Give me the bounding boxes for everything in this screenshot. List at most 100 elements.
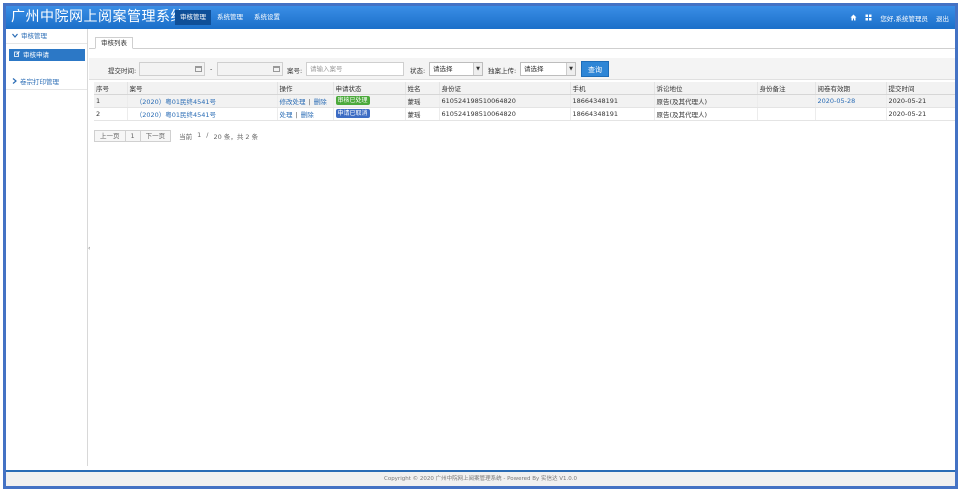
cell-actions: 修改处理 | 删除: [276, 94, 333, 108]
app-window: 广州中院网上阅案管理系统 审核管理 系统管理 系统设置 您好,系统管理员 退出 …: [3, 3, 958, 489]
sidebar-item-label: 审核申请: [23, 51, 49, 59]
table-row[interactable]: 1 （2020）粤01民终4541号 修改处理 | 删除 审核已处理 蒙瑶 6105…: [94, 94, 955, 108]
page-info-page: 1: [197, 131, 202, 139]
calendar-icon: [195, 66, 202, 72]
cell-role: 原告(及其代理人): [653, 94, 757, 108]
app-title: 广州中院网上阅案管理系统: [11, 9, 185, 25]
upload-label: 独案上传:: [488, 67, 517, 75]
col-header: 序号: [94, 82, 127, 95]
main-content: 审核列表 提交时间: - 案号: 请输入案号 状态: 请选择 ▼ 独案上传: 请…: [89, 29, 955, 466]
status-badge: 审核已处理: [335, 96, 370, 105]
case-no-label: 案号:: [287, 67, 303, 75]
chevron-down-icon: [12, 29, 18, 44]
cell-index: 2: [94, 107, 127, 121]
top-navbar: 广州中院网上阅案管理系统 审核管理 系统管理 系统设置 您好,系统管理员 退出: [6, 6, 955, 29]
col-header: 提交时间: [885, 82, 955, 95]
delete-link[interactable]: 删除: [301, 111, 314, 119]
user-greeting[interactable]: 您好,系统管理员: [880, 13, 928, 23]
edit-icon: [14, 49, 20, 61]
cell-index: 1: [94, 94, 127, 108]
cell-case-no: （2020）粤01民终4541号: [126, 94, 277, 108]
case-no-input[interactable]: 请输入案号: [306, 62, 404, 76]
status-badge: 申请已取消: [335, 109, 370, 118]
tab-bar: 审核列表: [89, 37, 955, 49]
status-select-value: 请选择: [433, 65, 453, 73]
col-header: 阅卷有效期: [814, 82, 886, 95]
top-nav: 审核管理 系统管理 系统设置: [175, 10, 286, 25]
cell-status: 审核已处理: [332, 94, 405, 108]
cell-name: 蒙瑶: [404, 107, 439, 121]
submit-time-end-input[interactable]: [217, 62, 283, 76]
grid-icon[interactable]: [865, 14, 872, 21]
cell-role: 原告(及其代理人): [653, 107, 757, 121]
edit-process-link[interactable]: 修改处理: [280, 98, 306, 106]
filter-bar: 提交时间: - 案号: 请输入案号 状态: 请选择 ▼ 独案上传: 请选择 ▼ …: [89, 58, 955, 80]
sidebar: 审核管理 审核申请 卷宗打印管理: [6, 29, 88, 466]
query-button[interactable]: 查询: [581, 61, 609, 77]
cell-id-card: 610524198510064820: [438, 94, 570, 108]
footer: Copyright © 2020 广州中院网上阅案管理系统 - Powered …: [6, 470, 955, 486]
sidebar-item-audit-apply[interactable]: 审核申请: [9, 49, 85, 61]
cell-phone: 18664348191: [569, 94, 654, 108]
calendar-icon: [273, 66, 280, 72]
dropdown-caret-icon: ▼: [566, 63, 575, 75]
table-header-row: 序号 案号 操作 申请状态 姓名 身份证 手机 诉讼地位 身份备注 阅卷有效期 …: [94, 82, 955, 95]
col-header: 身份备注: [756, 82, 815, 95]
page-info-summary: 20 条，共 2 条: [213, 133, 259, 141]
case-no-link[interactable]: （2020）粤01民终4541号: [136, 111, 216, 119]
status-label: 状态:: [410, 67, 426, 75]
page-info-slash: /: [206, 131, 209, 139]
upload-select[interactable]: 请选择 ▼: [520, 62, 576, 76]
cell-id-note: [756, 94, 815, 108]
col-header: 案号: [126, 82, 277, 95]
cell-actions: 处理 | 删除: [276, 107, 333, 121]
logout-link[interactable]: 退出: [936, 13, 949, 23]
case-no-link[interactable]: （2020）粤01民终4541号: [136, 98, 216, 106]
cell-status: 申请已取消: [332, 107, 405, 121]
user-area: 您好,系统管理员 退出: [850, 10, 949, 25]
tab-audit-list[interactable]: 审核列表: [95, 37, 133, 49]
action-separator: |: [308, 97, 311, 106]
chevron-right-icon: [12, 75, 17, 90]
sidebar-group-label: 审核管理: [21, 31, 47, 40]
col-header: 申请状态: [332, 82, 405, 95]
audit-table: 序号 案号 操作 申请状态 姓名 身份证 手机 诉讼地位 身份备注 阅卷有效期 …: [94, 82, 955, 121]
cell-id-note: [756, 107, 815, 121]
sidebar-group-print[interactable]: 卷宗打印管理: [6, 75, 87, 90]
current-page-button[interactable]: 1: [124, 130, 141, 142]
valid-until-link[interactable]: 2020-05-28: [818, 97, 856, 105]
submit-time-label: 提交时间:: [108, 67, 137, 75]
cell-submit-time: 2020-05-21: [885, 94, 955, 108]
cell-case-no: （2020）粤01民终4541号: [126, 107, 277, 121]
cell-phone: 18664348191: [569, 107, 654, 121]
date-range-separator: -: [210, 65, 213, 73]
nav-audit-management[interactable]: 审核管理: [175, 10, 211, 25]
cell-submit-time: 2020-05-21: [885, 107, 955, 121]
col-header: 手机: [569, 82, 654, 95]
status-select[interactable]: 请选择 ▼: [429, 62, 483, 76]
sidebar-group-audit[interactable]: 审核管理: [6, 29, 87, 44]
dropdown-caret-icon: ▼: [473, 63, 482, 75]
home-icon[interactable]: [850, 14, 857, 21]
cell-name: 蒙瑶: [404, 94, 439, 108]
submit-time-start-input[interactable]: [139, 62, 205, 76]
page-info-prefix: 当前: [179, 133, 193, 141]
col-header: 诉讼地位: [653, 82, 757, 95]
pagination: 上一页 1 下一页 当前 1 / 20 条，共 2 条: [94, 130, 258, 142]
process-link[interactable]: 处理: [280, 111, 293, 119]
nav-system-settings[interactable]: 系统设置: [249, 10, 285, 25]
delete-link[interactable]: 删除: [314, 98, 327, 106]
nav-system-management[interactable]: 系统管理: [212, 10, 248, 25]
cell-id-card: 610524198510064820: [438, 107, 570, 121]
table-row[interactable]: 2 （2020）粤01民终4541号 处理 | 删除 申请已取消 蒙瑶 610524…: [94, 107, 955, 121]
col-header: 操作: [276, 82, 333, 95]
action-separator: |: [295, 110, 298, 119]
col-header: 身份证: [438, 82, 570, 95]
prev-page-button[interactable]: 上一页: [94, 130, 126, 142]
sidebar-group-label: 卷宗打印管理: [20, 77, 59, 86]
next-page-button[interactable]: 下一页: [139, 130, 172, 142]
cell-valid-until: 2020-05-28: [814, 94, 886, 108]
upload-select-value: 请选择: [524, 65, 544, 73]
cell-valid-until: [814, 107, 886, 121]
page-info: 当前 1 / 20 条，共 2 条: [179, 131, 258, 141]
